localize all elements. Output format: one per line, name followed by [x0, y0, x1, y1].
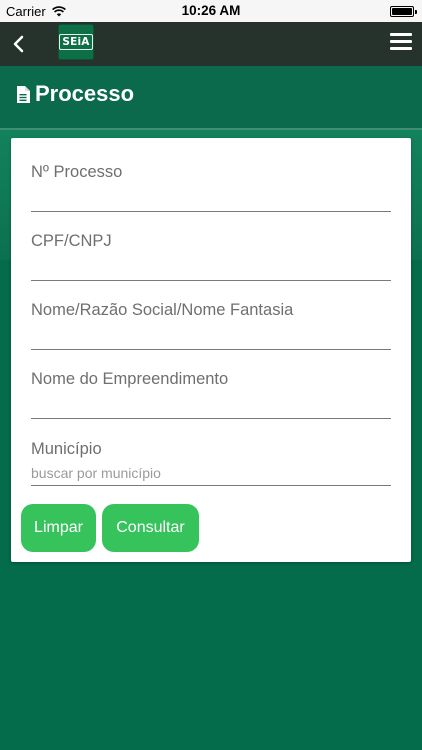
app-logo: SEiA [58, 24, 94, 60]
search-button[interactable]: Consultar [102, 504, 199, 552]
enterprise-name-label: Nome do Empreendimento [31, 370, 229, 388]
enterprise-name-input[interactable] [31, 394, 391, 418]
logo-text: SEiA [59, 34, 93, 50]
page-header: Processo [0, 66, 422, 128]
company-name-field: Nome/Razão Social/Nome Fantasia [31, 301, 391, 350]
cpf-cnpj-field: CPF/CNPJ [31, 232, 391, 281]
municipality-label: Município [31, 440, 102, 458]
company-name-input[interactable] [31, 325, 391, 349]
search-form-card: Nº Processo CPF/CNPJ Nome/Razão Social/N… [11, 138, 411, 562]
cpf-cnpj-input[interactable] [31, 256, 391, 280]
battery-icon [390, 6, 417, 17]
menu-button[interactable] [390, 33, 412, 55]
status-bar: Carrier 10:26 AM [0, 0, 422, 22]
field-underline [31, 349, 391, 350]
process-number-label: Nº Processo [31, 163, 123, 181]
enterprise-name-field: Nome do Empreendimento [31, 370, 391, 419]
app-bar: SEiA [0, 22, 422, 66]
cpf-cnpj-label: CPF/CNPJ [31, 232, 112, 250]
municipality-input[interactable] [31, 461, 391, 485]
chevron-left-icon [13, 35, 24, 53]
field-underline [31, 280, 391, 281]
process-number-input[interactable] [31, 187, 391, 211]
battery-fill [392, 8, 412, 15]
municipality-field: Município [31, 440, 391, 486]
field-underline [31, 211, 391, 212]
clear-button[interactable]: Limpar [21, 504, 96, 552]
field-underline [31, 485, 391, 486]
hamburger-menu-icon [390, 33, 412, 50]
process-number-field: Nº Processo [31, 163, 391, 212]
status-time: 10:26 AM [181, 3, 241, 18]
page-title: Processo [35, 81, 135, 106]
company-name-label: Nome/Razão Social/Nome Fantasia [31, 301, 294, 319]
back-button[interactable] [4, 30, 32, 58]
document-icon [17, 85, 30, 103]
title-wrap: Processo [16, 81, 134, 107]
field-underline [31, 418, 391, 419]
